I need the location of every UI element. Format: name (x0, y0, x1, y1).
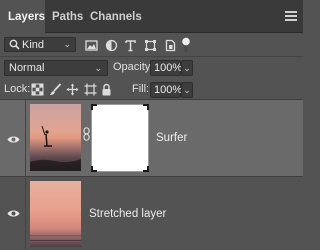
lock-transparent-pixels-icon[interactable] (31, 83, 44, 96)
blend-mode-dropdown[interactable]: Normal ⌄ (4, 60, 108, 76)
chevron-down-icon: ⌄ (183, 85, 191, 95)
lock-all-icon[interactable] (101, 83, 112, 96)
chevron-down-icon: ⌄ (63, 39, 71, 49)
visibility-column-divider (25, 100, 26, 176)
eye-visibility-icon[interactable] (7, 135, 20, 144)
lock-image-pixels-icon[interactable] (49, 83, 62, 96)
tab-channels[interactable]: Channels (82, 0, 150, 33)
filter-kind-label: Kind (22, 39, 45, 51)
fill-slider-toggle[interactable]: ⌄ (181, 82, 193, 98)
type-layer-filter-icon[interactable] (124, 39, 137, 52)
opacity-label: Opacity: (113, 61, 154, 73)
layer-row-surfer[interactable]: Surfer (0, 100, 303, 177)
layer-name-stretched[interactable]: Stretched layer (89, 208, 166, 220)
lock-artboard-icon[interactable] (84, 83, 97, 96)
opacity-input[interactable]: 100% (150, 60, 182, 76)
layer-thumbnail-surfer[interactable] (30, 104, 81, 171)
mask-selection-corner (143, 166, 149, 172)
mask-selection-corner (91, 104, 97, 110)
fill-label: Fill: (132, 83, 150, 95)
tab-layers[interactable]: Layers (0, 0, 45, 33)
eye-visibility-icon[interactable] (7, 209, 20, 218)
layer-row-stretched[interactable]: Stretched layer (0, 178, 303, 250)
chevron-down-icon: ⌄ (183, 63, 191, 73)
layer-filter-row: Kind ⌄ (0, 33, 303, 57)
opacity-slider-toggle[interactable]: ⌄ (181, 60, 193, 76)
adjustment-layer-filter-icon[interactable] (105, 39, 118, 52)
lock-label: Lock: (4, 83, 31, 95)
hamburger-menu-icon[interactable] (285, 11, 297, 21)
mask-selection-corner (143, 104, 149, 110)
visibility-column-divider (25, 178, 26, 250)
lock-fill-row: Lock: Fill: 100% ⌄ (0, 79, 303, 100)
shape-layer-filter-icon[interactable] (144, 39, 157, 52)
layer-mask-thumbnail[interactable] (91, 104, 149, 172)
lock-position-icon[interactable] (66, 83, 79, 96)
blend-opacity-row: Normal ⌄ Opacity: 100% ⌄ (0, 57, 303, 79)
mask-selection-corner (91, 166, 97, 172)
blend-mode-value: Normal (9, 62, 45, 74)
pixel-layer-filter-icon[interactable] (85, 39, 98, 52)
panel-tab-bar: Layers Paths Channels (0, 0, 303, 33)
filter-toggle-icon[interactable] (181, 37, 191, 53)
layer-thumbnail-stretched[interactable] (30, 181, 81, 247)
chevron-down-icon: ⌄ (94, 63, 102, 73)
filter-kind-dropdown[interactable]: Kind ⌄ (4, 37, 76, 52)
fill-input[interactable]: 100% (150, 82, 182, 98)
link-chain-icon[interactable] (83, 127, 90, 141)
layer-name-surfer[interactable]: Surfer (156, 132, 187, 144)
search-icon (9, 39, 20, 50)
smart-object-filter-icon[interactable] (164, 39, 177, 52)
